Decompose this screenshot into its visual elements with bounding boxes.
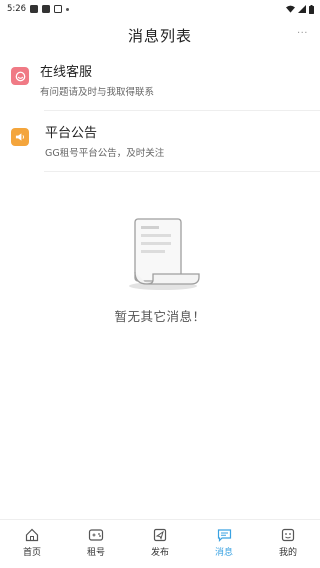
empty-document-icon [129, 218, 200, 290]
gamepad-icon [88, 529, 104, 541]
battery-icon [309, 4, 314, 14]
message-icon [217, 529, 231, 542]
app-notification-icon-2 [54, 5, 63, 13]
divider [44, 110, 320, 111]
app-notification-icon [42, 5, 51, 13]
message-item-title: 平台公告 [45, 126, 98, 141]
message-item-description: 有问题请及时与我取得联系 [40, 87, 155, 98]
wifi-icon [286, 5, 295, 13]
empty-message: 暂无其它消息！ [114, 309, 206, 324]
more-options-button[interactable]: ··· [297, 28, 308, 39]
page-header: 消息列表 ··· [0, 18, 320, 52]
signal-icon [298, 5, 306, 13]
page-title: 消息列表 [127, 26, 192, 45]
empty-state: 暂无其它消息！ [0, 214, 320, 325]
tab-messages[interactable]: 消息 [192, 520, 256, 568]
bottom-tab-bar: 首页 租号 发布 消息 我的 [0, 519, 320, 568]
tab-rent[interactable]: 租号 [64, 520, 128, 568]
tab-label: 发布 [150, 548, 169, 558]
tab-mine[interactable]: 我的 [256, 520, 320, 568]
tab-label: 我的 [278, 548, 297, 558]
customer-service-icon [11, 67, 29, 85]
tab-label: 首页 [22, 548, 41, 558]
tab-publish[interactable]: 发布 [128, 520, 192, 568]
tab-label: 租号 [86, 548, 105, 558]
home-icon [25, 528, 39, 542]
more-notifications-dot-icon [66, 7, 70, 11]
announcement-icon [11, 128, 29, 146]
message-item-description: GG租号平台公告，及时关注 [45, 148, 165, 159]
profile-icon [281, 528, 295, 542]
status-bar: 5:26 [0, 0, 320, 18]
message-item-notice[interactable]: 平台公告 GG租号平台公告，及时关注 [0, 119, 320, 172]
status-time: 5:26 [7, 4, 27, 14]
message-list: 在线客服 有问题请及时与我取得联系 平台公告 GG租号平台公告，及时关注 [0, 58, 320, 172]
gallery-notification-icon [30, 5, 39, 13]
message-item-service[interactable]: 在线客服 有问题请及时与我取得联系 [0, 58, 320, 111]
paper-plane-icon [153, 528, 167, 542]
tab-label: 消息 [214, 548, 233, 558]
message-item-title: 在线客服 [40, 65, 93, 80]
tab-home[interactable]: 首页 [0, 520, 64, 568]
divider [44, 171, 320, 172]
